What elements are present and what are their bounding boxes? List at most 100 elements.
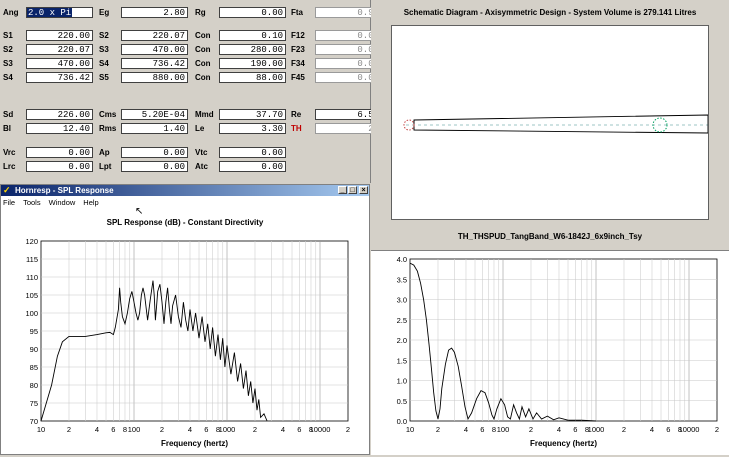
param-label-re: Re [291, 110, 302, 119]
param-field-eg[interactable]: 2.80 [121, 7, 188, 18]
y-tick-label: 1.0 [397, 377, 407, 386]
param-label-con: Con [195, 45, 211, 54]
param-field-s3[interactable]: 470.00 [121, 44, 188, 55]
param-field-con[interactable]: 0.10 [219, 30, 286, 41]
param-field-s3[interactable]: 470.00 [26, 58, 93, 69]
param-label-atc: Atc [195, 162, 208, 171]
menu-file[interactable]: File [3, 198, 15, 207]
x-tick-label: 6 [297, 425, 301, 434]
schematic-canvas [391, 25, 709, 220]
x-tick-label: 6 [573, 425, 577, 434]
x-tick-label: 4 [188, 425, 192, 434]
y-tick-label: 110 [26, 273, 38, 282]
close-button[interactable]: × [359, 186, 368, 194]
param-field-vrc[interactable]: 0.00 [26, 147, 93, 158]
param-label-vrc: Vrc [3, 148, 16, 157]
driver-caption: TH_THSPUD_TangBand_W6-1842J_6x9inch_Tsy [457, 232, 643, 241]
menu-help[interactable]: Help [83, 198, 98, 207]
x-tick-label: 2 [346, 425, 350, 434]
x-tick-label: 4 [464, 425, 468, 434]
y-tick-label: 3.0 [397, 296, 407, 305]
param-field-rms[interactable]: 1.40 [121, 123, 188, 134]
x-tick-label: 100 [128, 425, 141, 434]
menu-window[interactable]: Window [49, 198, 76, 207]
param-field-s2[interactable]: 220.07 [121, 30, 188, 41]
spl-response-window: ✓ Hornresp - SPL Response _ □ × File Tool… [0, 184, 370, 455]
horn-schematic [403, 114, 709, 134]
param-field-s1[interactable]: 220.00 [26, 30, 93, 41]
param-label-con: Con [195, 31, 211, 40]
x-tick-label: 2 [253, 425, 257, 434]
y-tick-label: 3.5 [397, 275, 407, 284]
x-tick-label: 100 [497, 425, 510, 434]
x-tick-label: 2 [622, 425, 626, 434]
param-label-sd: Sd [3, 110, 14, 119]
y-tick-label: 95 [30, 327, 38, 336]
param-label-eg: Eg [99, 8, 110, 17]
param-field-lpt[interactable]: 0.00 [121, 161, 188, 172]
close-icon: × [361, 187, 366, 194]
param-label-f45: F45 [291, 73, 305, 82]
param-field-bl[interactable]: 12.40 [26, 123, 93, 134]
parameter-panel: Ang 2.0 x Pi Eg 2.80 Rg 0.00 Fta 0.93 S1 220.00 S2… [0, 0, 382, 183]
x-tick-label: 8 [123, 425, 127, 434]
x-tick-label: 4 [281, 425, 285, 434]
param-label-ap: Ap [99, 148, 110, 157]
x-tick-label: 6 [666, 425, 670, 434]
x-axis-label: Frequency (hertz) [161, 439, 228, 448]
param-label-con: Con [195, 73, 211, 82]
param-field-s5[interactable]: 880.00 [121, 72, 188, 83]
y-tick-label: 1.5 [397, 356, 407, 365]
y-tick-label: 0.5 [397, 397, 407, 406]
x-tick-label: 4 [650, 425, 654, 434]
param-field-mmd[interactable]: 37.70 [219, 109, 286, 120]
param-field-con[interactable]: 190.00 [219, 58, 286, 69]
param-field-rg[interactable]: 0.00 [219, 7, 286, 18]
param-field-le[interactable]: 3.30 [219, 123, 286, 134]
y-tick-label: 120 [25, 237, 38, 246]
param-label-cms: Cms [99, 110, 117, 119]
param-field-s2[interactable]: 220.07 [26, 44, 93, 55]
y-tick-label: 100 [25, 309, 38, 318]
param-field-cms[interactable]: 5.20E-04 [121, 109, 188, 120]
param-field-con[interactable]: 88.00 [219, 72, 286, 83]
param-field-s4[interactable]: 736.42 [26, 72, 93, 83]
param-field-ap[interactable]: 0.00 [121, 147, 188, 158]
param-field-lrc[interactable]: 0.00 [26, 161, 93, 172]
x-tick-label: 2 [715, 425, 719, 434]
param-field-con[interactable]: 280.00 [219, 44, 286, 55]
y-tick-label: 105 [25, 291, 38, 300]
param-label-vtc: Vtc [195, 148, 208, 157]
maximize-button[interactable]: □ [348, 186, 357, 194]
param-label-s4: S4 [99, 59, 109, 68]
param-label-le: Le [195, 124, 205, 133]
x-tick-label: 1000 [588, 425, 605, 434]
y-tick-label: 80 [30, 381, 38, 390]
param-field-s4[interactable]: 736.42 [121, 58, 188, 69]
param-field-sd[interactable]: 226.00 [26, 109, 93, 120]
param-field-ang[interactable]: 2.0 x Pi [26, 7, 93, 18]
minimize-button[interactable]: _ [338, 186, 347, 194]
x-tick-label: 2 [436, 425, 440, 434]
param-label-s1: S1 [3, 31, 13, 40]
param-label-rms: Rms [99, 124, 117, 133]
x-tick-label: 8 [492, 425, 496, 434]
y-tick-label: 2.5 [397, 316, 407, 325]
y-tick-label: 115 [26, 255, 38, 264]
window-title: Hornresp - SPL Response [15, 186, 114, 195]
window-titlebar[interactable]: ✓ Hornresp - SPL Response _ □ × [1, 185, 369, 196]
param-label-s4: S4 [3, 73, 13, 82]
param-label-s2: S2 [3, 45, 13, 54]
param-field-vtc[interactable]: 0.00 [219, 147, 286, 158]
menu-tools[interactable]: Tools [23, 198, 41, 207]
param-label-rg: Rg [195, 8, 206, 17]
param-value: 2.0 x Pi [27, 8, 73, 18]
spl-chart-title: SPL Response (dB) - Constant Directivity [106, 218, 264, 227]
param-field-atc[interactable]: 0.00 [219, 161, 286, 172]
x-tick-label: 10000 [310, 425, 331, 434]
param-label-mmd: Mmd [195, 110, 214, 119]
x-tick-label: 10000 [679, 425, 700, 434]
x-tick-label: 6 [204, 425, 208, 434]
maximize-icon: □ [350, 187, 355, 194]
x-tick-label: 10 [37, 425, 45, 434]
